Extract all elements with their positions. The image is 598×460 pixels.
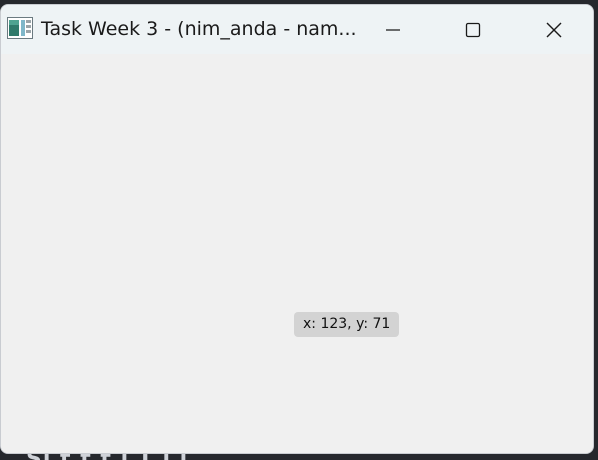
window-content[interactable] [1,54,593,453]
maximize-button[interactable] [433,5,513,54]
close-icon [546,22,562,37]
close-button[interactable] [514,5,593,54]
minimize-button[interactable] [353,5,433,54]
app-icon [7,17,33,39]
app-window: Task Week 3 - (nim_anda - nam... [0,4,594,454]
minimize-icon [386,28,400,31]
coordinate-tooltip: x: 123, y: 71 [294,312,400,337]
title-bar[interactable]: Task Week 3 - (nim_anda - nam... [1,5,593,54]
window-title: Task Week 3 - (nim_anda - nam... [41,18,357,40]
maximize-icon [465,22,481,37]
